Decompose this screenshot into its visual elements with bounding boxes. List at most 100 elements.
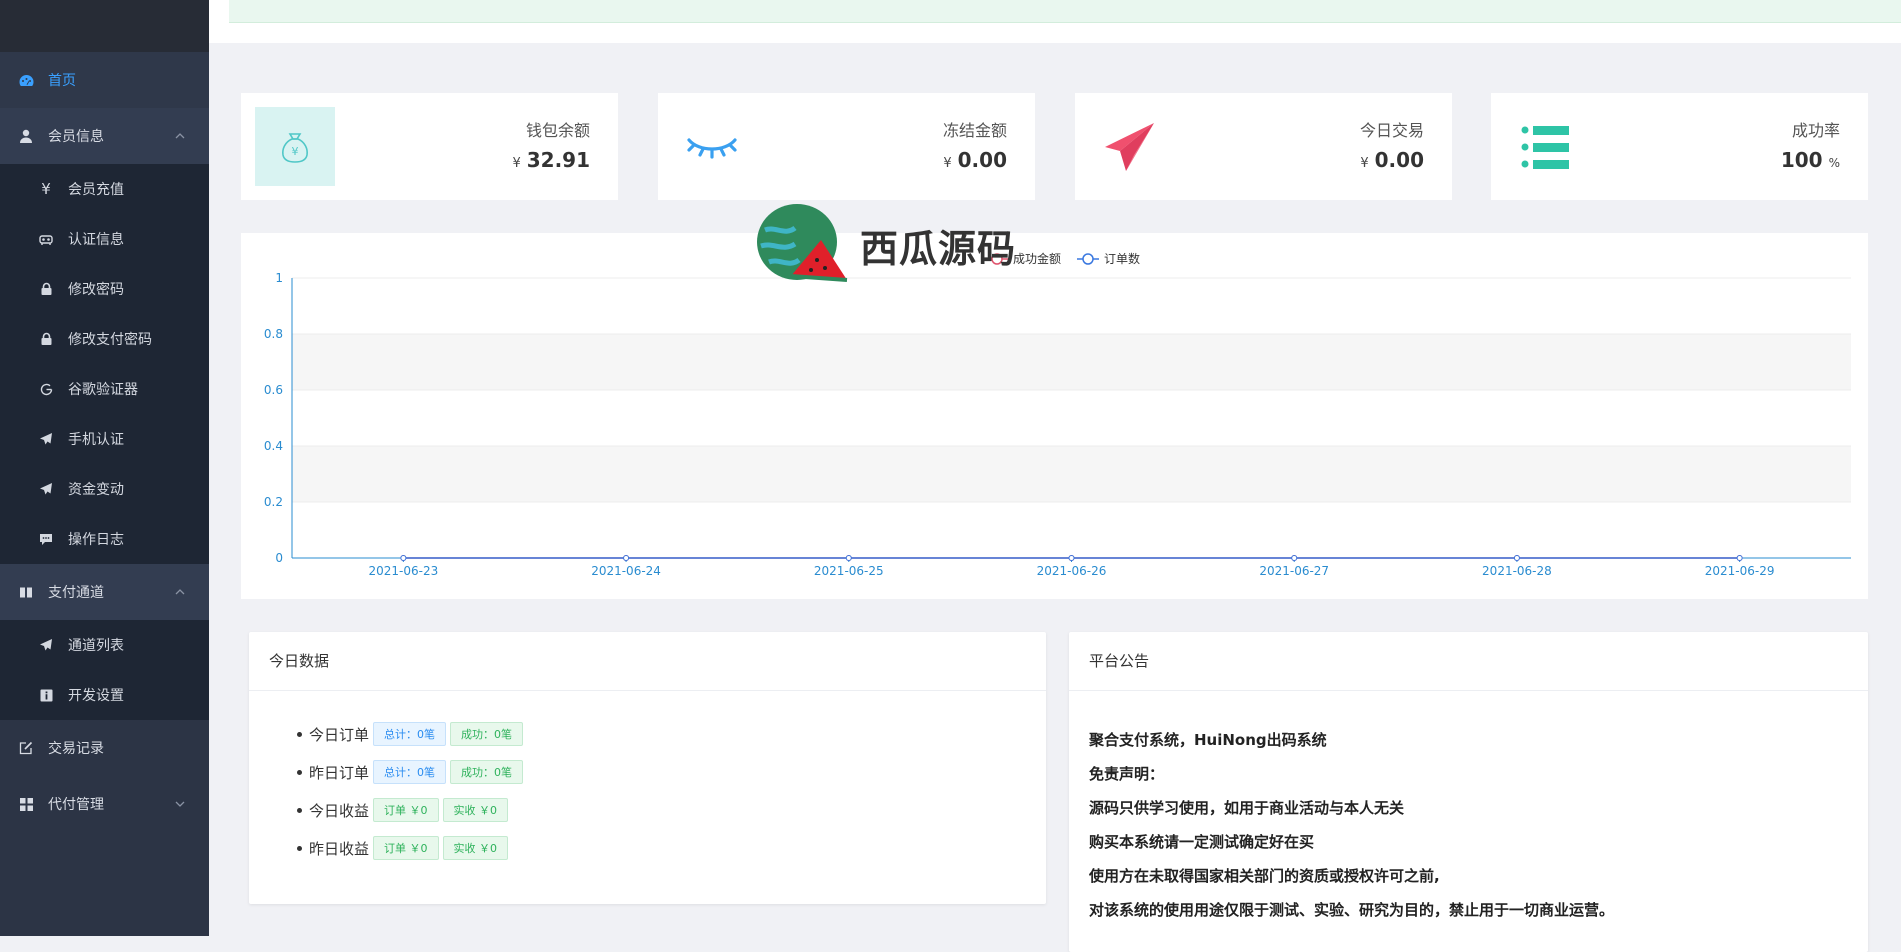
data-point <box>400 555 407 561</box>
y-tick-label: 0.4 <box>264 439 283 453</box>
sidebar-item-label: 开发设置 <box>68 688 124 704</box>
sidebar-item-operation-log[interactable]: 操作日志 <box>0 514 209 564</box>
top-alert-strip <box>229 0 1901 23</box>
chevron-up-icon <box>173 585 187 599</box>
stat-card-wallet-balance: ¥ 钱包余额 ¥32.91 <box>241 93 618 200</box>
sidebar-item-label: 修改支付密码 <box>68 332 152 348</box>
tag-order: 订单 ￥0 <box>373 798 439 822</box>
row-label: 昨日收益 <box>309 839 370 858</box>
sidebar-item-label: 修改密码 <box>68 282 124 298</box>
tag-total: 总计：0笔 <box>373 760 447 784</box>
currency-symbol: ¥ <box>943 156 952 171</box>
today-data-list: 今日订单 总计：0笔 成功：0笔 昨日订单 总计：0笔 成功：0笔 今日收益 订… <box>249 715 1046 867</box>
sidebar-item-change-password[interactable]: 修改密码 <box>0 264 209 314</box>
lock-icon <box>38 281 54 297</box>
sidebar-item-label: 会员信息 <box>48 129 104 145</box>
legend-label: 成功金额 <box>1013 251 1061 266</box>
stat-number: 32.91 <box>526 148 590 172</box>
sidebar-item-certification[interactable]: 认证信息 <box>0 214 209 264</box>
data-point <box>1068 555 1075 561</box>
list-item: 昨日收益 订单 ￥0 实收 ￥0 <box>297 829 1046 867</box>
chevron-up-icon <box>173 129 187 143</box>
info-icon <box>38 687 54 703</box>
stat-label: 钱包余额 <box>525 121 590 140</box>
stat-label: 冻结金额 <box>942 121 1007 140</box>
member-info-submenu: ¥ 会员充值 认证信息 修改密码 修改支付密码 谷歌验证器 手机认证 资金变动 … <box>0 164 209 564</box>
legend-label: 订单数 <box>1104 251 1140 266</box>
sidebar-item-label: 会员充值 <box>68 182 124 198</box>
y-tick-label: 0.2 <box>264 495 283 509</box>
yen-icon: ¥ <box>41 180 51 198</box>
stat-number: 0.00 <box>957 148 1007 172</box>
chevron-down-icon <box>173 797 187 811</box>
data-point <box>1291 555 1298 561</box>
sidebar-logo-area <box>0 0 209 52</box>
y-tick-label: 1 <box>275 271 283 285</box>
sidebar-item-change-pay-password[interactable]: 修改支付密码 <box>0 314 209 364</box>
sidebar-item-label: 支付通道 <box>48 585 104 601</box>
notice-line: 聚合支付系统，HuiNong出码系统 <box>1089 731 1327 749</box>
sidebar-item-recharge[interactable]: ¥ 会员充值 <box>0 164 209 214</box>
lock-icon <box>38 331 54 347</box>
stat-label: 今日交易 <box>1359 121 1424 140</box>
row-label: 今日收益 <box>309 801 370 820</box>
stat-card-success-rate: 成功率 100% <box>1491 93 1868 200</box>
sidebar-item-label: 谷歌验证器 <box>68 382 138 398</box>
x-tick-label: 2021-06-23 <box>368 564 438 578</box>
sidebar-item-label: 认证信息 <box>68 232 124 248</box>
sidebar-item-home[interactable]: 首页 <box>0 52 209 108</box>
tag-received: 实收 ￥0 <box>442 836 509 860</box>
paper-plane-icon <box>38 481 54 497</box>
main-content: ¥ 钱包余额 ¥32.91 冻结金额 ¥0.00 今日交易 ¥0.00 成功率 … <box>209 0 1901 952</box>
x-tick-label: 2021-06-24 <box>591 564 661 578</box>
y-tick-label: 0.6 <box>264 383 283 397</box>
row-label: 今日订单 <box>309 725 370 744</box>
book-icon <box>18 584 34 600</box>
user-icon <box>18 128 34 144</box>
list-item: 昨日订单 总计：0笔 成功：0笔 <box>297 753 1046 791</box>
sidebar-item-pay-channel[interactable]: 支付通道 <box>0 564 209 620</box>
sidebar-item-member-info[interactable]: 会员信息 <box>0 108 209 164</box>
chart-card: 0 0.2 0.4 0.6 0.8 1 2021-06-23 2021-06-24 2021-0… <box>241 233 1868 599</box>
sidebar-item-transactions[interactable]: 交易记录 <box>0 720 209 776</box>
sidebar-item-label: 通道列表 <box>68 638 124 654</box>
paper-plane-icon <box>38 431 54 447</box>
data-point <box>1736 555 1743 561</box>
tag-order: 订单 ￥0 <box>373 836 439 860</box>
y-tick-label: 0.8 <box>264 327 283 341</box>
notice-line: 购买本系统请一定测试确定好在买 <box>1089 833 1315 851</box>
edit-icon <box>18 740 34 756</box>
sidebar-item-label: 首页 <box>48 73 76 89</box>
tag-received: 实收 ￥0 <box>442 798 509 822</box>
data-point <box>845 555 852 561</box>
dashboard-icon <box>18 72 34 88</box>
sidebar-item-google-auth[interactable]: 谷歌验证器 <box>0 364 209 414</box>
grid-band <box>292 446 1851 502</box>
today-data-card: 今日数据 今日订单 总计：0笔 成功：0笔 昨日订单 总计：0笔 成功：0笔 今… <box>249 632 1046 904</box>
grid-band <box>292 334 1851 390</box>
x-tick-label: 2021-06-26 <box>1037 564 1107 578</box>
card-title: 今日数据 <box>249 632 1046 691</box>
sidebar-item-phone-auth[interactable]: 手机认证 <box>0 414 209 464</box>
card-title: 平台公告 <box>1069 632 1868 691</box>
legend-marker <box>1082 253 1094 265</box>
list-item: 今日订单 总计：0笔 成功：0笔 <box>297 715 1046 753</box>
notice-line: 对该系统的使用用途仅限于测试、实验、研究为目的，禁止用于一切商业运营。 <box>1089 901 1615 919</box>
sidebar-item-label: 资金变动 <box>68 482 124 498</box>
data-point <box>1513 555 1520 561</box>
stat-value: ¥32.91 <box>512 148 590 172</box>
stat-card-frozen-amount: 冻结金额 ¥0.00 <box>658 93 1035 200</box>
sidebar-item-fund-changes[interactable]: 资金变动 <box>0 464 209 514</box>
sidebar-item-channel-list[interactable]: 通道列表 <box>0 620 209 670</box>
sidebar-item-label: 操作日志 <box>68 532 124 548</box>
grid-icon <box>18 796 34 812</box>
currency-symbol: ¥ <box>1360 156 1369 171</box>
list-item: 今日收益 订单 ￥0 实收 ￥0 <box>297 791 1046 829</box>
sidebar: 首页 会员信息 ¥ 会员充值 认证信息 修改密码 修改支付密码 谷歌验证器 手机… <box>0 0 209 936</box>
sidebar-item-dev-settings[interactable]: 开发设置 <box>0 670 209 720</box>
line-chart: 0 0.2 0.4 0.6 0.8 1 2021-06-23 2021-06-24 2021-0… <box>264 251 1851 578</box>
sidebar-item-label: 代付管理 <box>48 797 104 813</box>
sidebar-item-payout[interactable]: 代付管理 <box>0 776 209 832</box>
pay-channel-submenu: 通道列表 开发设置 <box>0 620 209 720</box>
stat-value: ¥0.00 <box>943 148 1007 172</box>
